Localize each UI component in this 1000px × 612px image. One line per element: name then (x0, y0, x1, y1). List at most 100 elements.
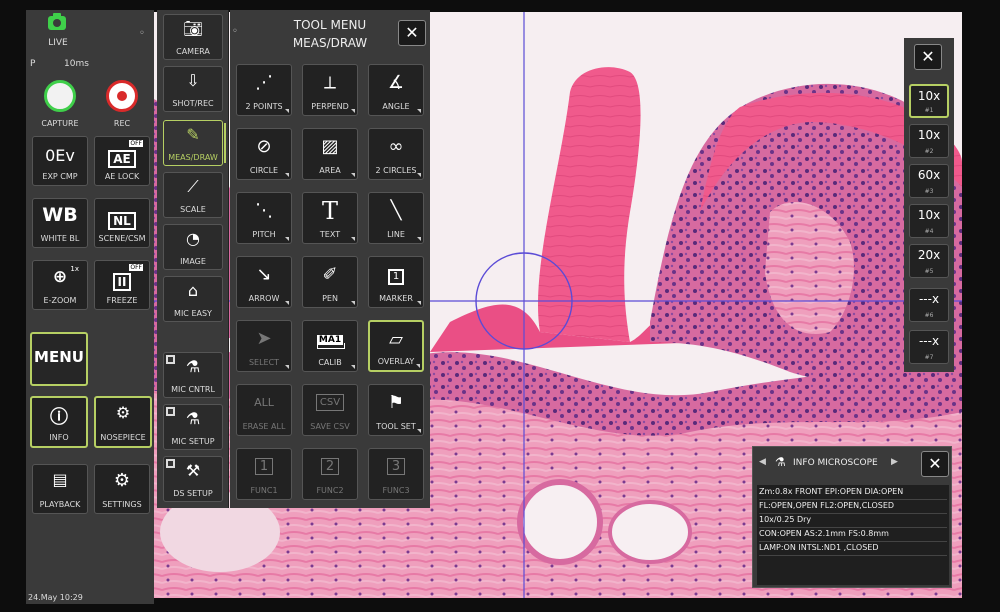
marker-icon: 1 (387, 269, 405, 285)
nosepiece-icon: ⚙ (115, 403, 131, 422)
func2-icon: 2 (320, 458, 340, 475)
tool-calib[interactable]: MA1 CALIB (302, 320, 358, 372)
tool-func2[interactable]: 2 FUNC2 (302, 448, 358, 500)
tool-tool-set[interactable]: ⚑ TOOL SET (368, 384, 424, 436)
category-shot-rec[interactable]: ⇩ SHOT/REC (163, 66, 223, 112)
record-icon (106, 80, 138, 112)
freeze-badge: OFF (129, 264, 143, 271)
tool-2-points[interactable]: ⋰ 2 POINTS (236, 64, 292, 116)
category-camera[interactable]: 📷︎ CAMERA (163, 14, 223, 60)
tool-arrow[interactable]: ↘ ARROW (236, 256, 292, 308)
category-mic-setup[interactable]: ⚗ MIC SETUP (163, 404, 223, 450)
category-ds-setup[interactable]: ⚒ DS SETUP (163, 456, 223, 502)
objective-column: ✕ 10x #1 10x #2 60x #3 10x #4 20x #5 ---… (904, 38, 954, 372)
tool-line[interactable]: ╲ LINE (368, 192, 424, 244)
info-panel-title: INFO MICROSCOPE (793, 458, 878, 468)
collapse-dot-icon[interactable]: ◦ (139, 28, 145, 39)
objective-2[interactable]: 10x #2 (909, 124, 949, 158)
tool-overlay[interactable]: ▱ OVERLAY (368, 320, 424, 372)
two-circles-icon: ∞ (388, 136, 404, 157)
category-scale[interactable]: ⟋ SCALE (163, 172, 223, 218)
info-panel-header: ◀ ⚗ INFO MICROSCOPE ▶ ✕ (753, 447, 953, 481)
category-column: 📷︎ CAMERA ⇩ SHOT/REC ✎ MEAS/DRAW ⟋ SCALE… (157, 10, 229, 508)
info-microscope-panel: ◀ ⚗ INFO MICROSCOPE ▶ ✕ Zm:0.8x FRONT EP… (752, 446, 952, 588)
tool-area[interactable]: ▨ AREA (302, 128, 358, 180)
info-line: LAMP:ON INTSL:ND1 ,CLOSED (759, 543, 947, 556)
objective-4[interactable]: 10x #4 (909, 204, 949, 238)
tool-text[interactable]: T TEXT (302, 192, 358, 244)
angle-icon: ∡ (387, 72, 405, 93)
tool-menu-subtitle: MEAS/DRAW (292, 36, 368, 50)
tool-select[interactable]: ➤ SELECT (236, 320, 292, 372)
tool-marker[interactable]: 1 MARKER (368, 256, 424, 308)
objective-close-button[interactable]: ✕ (914, 44, 942, 70)
live-indicator[interactable]: LIVE ◦ (26, 10, 154, 58)
settings-button[interactable]: ⚙ SETTINGS (94, 464, 150, 514)
info-icon: ⓘ (50, 407, 68, 428)
line-icon: ╲ (390, 200, 402, 221)
e-zoom-button[interactable]: ⊕ 1x E-ZOOM (32, 260, 88, 310)
camera-icon: 📷︎ (182, 19, 204, 38)
category-mic-easy[interactable]: ⌂ MIC EASY (163, 276, 223, 322)
tool-menu-title: TOOL MENU (293, 18, 367, 32)
tool-pitch[interactable]: ⋱ PITCH (236, 192, 292, 244)
microscope-icon: ⚗ (775, 455, 786, 469)
tool-menu-panel: ◦ TOOL MENU MEAS/DRAW ✕ ⋰ 2 POINTS ⟂ PER… (230, 10, 430, 508)
tool-menu-close-button[interactable]: ✕ (398, 20, 426, 46)
tool-circle[interactable]: ⊘ CIRCLE (236, 128, 292, 180)
live-label: LIVE (48, 38, 68, 48)
scene-csm-button[interactable]: NL SCENE/CSM (94, 198, 150, 248)
white-bl-button[interactable]: WB WHITE BL (32, 198, 88, 248)
tool-erase-all[interactable]: ALL ERASE ALL (236, 384, 292, 436)
area-icon: ▨ (321, 136, 339, 157)
tool-angle[interactable]: ∡ ANGLE (368, 64, 424, 116)
freeze-button[interactable]: II OFF FREEZE (94, 260, 150, 310)
playback-button[interactable]: ▤ PLAYBACK (32, 464, 88, 514)
objective-1[interactable]: 10x #1 (909, 84, 949, 118)
objective-5[interactable]: 20x #5 (909, 244, 949, 278)
tool-pen[interactable]: ✐ PEN (302, 256, 358, 308)
rec-button[interactable]: REC (94, 76, 150, 132)
datetime: 24.May 10:29 (28, 593, 83, 602)
image-adjust-icon: ◔ (186, 229, 200, 248)
category-meas-draw[interactable]: ✎ MEAS/DRAW (163, 120, 226, 166)
objective-6[interactable]: ---x #6 (909, 288, 949, 322)
wrench-icon: ⚒ (185, 461, 201, 480)
menu-button[interactable]: MENU (30, 332, 88, 386)
tool-func3[interactable]: 3 FUNC3 (368, 448, 424, 500)
collapse-dot-icon[interactable]: ◦ (232, 26, 238, 37)
func3-icon: 3 (386, 458, 406, 475)
ae-lock-badge: OFF (129, 140, 143, 147)
next-page-icon[interactable]: ▶ (891, 457, 898, 467)
ruler-ticks-icon (317, 343, 345, 349)
microscope-easy-icon: ⌂ (187, 281, 199, 300)
exp-cmp-button[interactable]: 0Ev EXP CMP (32, 136, 88, 186)
info-line: CON:OPEN AS:2.1mm FS:0.8mm (759, 529, 947, 542)
ae-lock-button[interactable]: AE OFF AE LOCK (94, 136, 150, 186)
prev-page-icon[interactable]: ◀ (759, 457, 766, 467)
circle-icon: ⊘ (256, 136, 272, 157)
nl-icon: NL (108, 212, 136, 230)
info-line: FL:OPEN,OPEN FL2:OPEN,CLOSED (759, 501, 947, 514)
objective-3[interactable]: 60x #3 (909, 164, 949, 198)
category-image[interactable]: ◔ IMAGE (163, 224, 223, 270)
wb-icon: WB (42, 204, 78, 226)
tool-perpend[interactable]: ⟂ PERPEND (302, 64, 358, 116)
arrow-icon: ↘ (256, 264, 272, 285)
ae-lock-icon: AE (108, 150, 136, 168)
capture-button[interactable]: CAPTURE (32, 76, 88, 132)
pen-icon: ✐ (322, 264, 338, 285)
tool-func1[interactable]: 1 FUNC1 (236, 448, 292, 500)
info-line: Zm:0.8x FRONT EPI:OPEN DIA:OPEN (759, 487, 947, 500)
info-panel-close-button[interactable]: ✕ (921, 451, 949, 477)
objective-7[interactable]: ---x #7 (909, 330, 949, 364)
info-button[interactable]: ⓘ INFO (30, 396, 88, 448)
func1-icon: 1 (254, 458, 274, 475)
nosepiece-button[interactable]: ⚙ NOSEPIECE (94, 396, 152, 448)
microscope-icon: ⚗ (185, 357, 201, 376)
tool-2-circles[interactable]: ∞ 2 CIRCLES (368, 128, 424, 180)
playback-icon: ▤ (52, 470, 68, 489)
category-mic-cntrl[interactable]: ⚗ MIC CNTRL (163, 352, 223, 398)
pause-icon: II (112, 273, 132, 291)
tool-save-csv[interactable]: CSV SAVE CSV (302, 384, 358, 436)
